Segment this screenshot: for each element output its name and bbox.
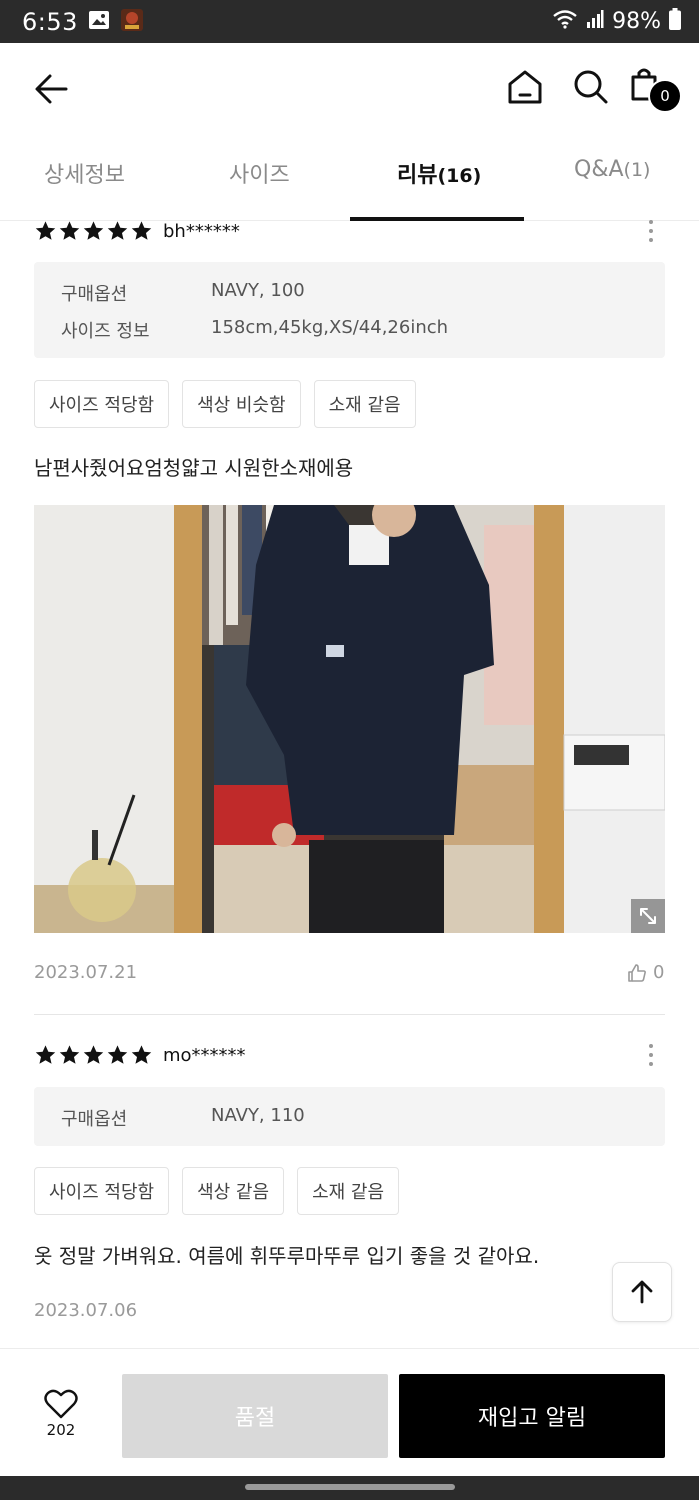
purchase-info-box: 구매옵션 NAVY, 110 — [34, 1087, 665, 1146]
star-icon — [59, 221, 80, 240]
star-icon — [131, 1045, 152, 1064]
star-icon — [83, 221, 104, 240]
reviewer-name: mo****** — [163, 1044, 246, 1066]
tab-detail-label: 상세정보 — [44, 163, 125, 188]
product-tabs: 상세정보 사이즈 리뷰(16) Q&A(1) — [0, 133, 699, 221]
gallery-icon — [88, 10, 110, 34]
review-text: 옷 정말 가벼워요. 여름에 휘뚜루마뚜루 입기 좋을 것 같아요. — [34, 1244, 540, 1268]
top-header: 0 — [0, 43, 699, 133]
size-info-label: 사이즈 정보 — [61, 321, 150, 342]
review-text: 남편사줬어요엄청얇고 시원한소재에용 — [34, 456, 354, 480]
star-icon — [83, 1045, 104, 1064]
review-tags: 사이즈 적당함 색상 비슷함 소재 같음 — [34, 380, 416, 428]
purchase-option-value: NAVY, 110 — [211, 1105, 305, 1126]
expand-icon[interactable] — [631, 899, 665, 933]
signal-icon — [586, 9, 604, 35]
status-bar: 6:53 98% — [0, 0, 699, 43]
more-options-icon[interactable] — [640, 216, 662, 246]
review-tag: 소재 같음 — [313, 380, 416, 428]
home-button[interactable] — [503, 65, 547, 109]
wishlist-button[interactable]: 202 — [30, 1389, 92, 1449]
battery-percent: 98% — [612, 9, 661, 34]
more-options-icon[interactable] — [640, 1040, 662, 1070]
tab-qna-label: Q&A — [574, 157, 624, 182]
review-divider — [34, 1014, 665, 1015]
tab-size[interactable]: 사이즈 — [229, 157, 290, 197]
purchase-option-label: 구매옵션 — [61, 284, 128, 305]
review-date: 2023.07.21 — [34, 962, 138, 983]
purchase-option-label: 구매옵션 — [61, 1109, 128, 1130]
review-tag: 소재 같음 — [297, 1167, 400, 1215]
arrow-left-icon — [35, 74, 68, 104]
back-button[interactable] — [30, 67, 74, 111]
search-icon — [574, 70, 608, 104]
soldout-button[interactable]: 품절 — [122, 1374, 388, 1458]
system-nav-bar — [0, 1476, 699, 1500]
home-gesture-bar[interactable] — [245, 1484, 455, 1490]
home-icon — [508, 70, 542, 104]
cart-button[interactable]: 0 — [628, 65, 684, 115]
arrow-up-icon — [631, 1280, 653, 1304]
wishlist-count: 202 — [46, 1421, 76, 1439]
tab-size-label: 사이즈 — [229, 163, 290, 188]
scroll-to-top-button[interactable] — [612, 1262, 672, 1322]
review-tag: 사이즈 적당함 — [34, 380, 170, 428]
heart-icon — [44, 1389, 78, 1419]
like-button[interactable]: 0 — [627, 962, 664, 983]
star-icon — [107, 221, 128, 240]
review-tags: 사이즈 적당함 색상 같음 소재 같음 — [34, 1167, 400, 1215]
size-info-value: 158cm,45kg,XS/44,26inch — [211, 317, 449, 338]
review-tag: 사이즈 적당함 — [34, 1167, 170, 1215]
tab-detail[interactable]: 상세정보 — [44, 157, 125, 197]
star-icon — [107, 1045, 128, 1064]
star-rating — [34, 220, 153, 242]
size-info-row: 사이즈 정보 158cm,45kg,XS/44,26inch — [61, 317, 448, 343]
review-header: bh****** — [34, 216, 240, 246]
thumbs-up-icon — [628, 963, 646, 982]
purchase-option-row: 구매옵션 NAVY, 100 — [61, 280, 305, 306]
like-count: 0 — [653, 962, 665, 983]
status-time: 6:53 — [22, 7, 78, 36]
review-tag: 색상 비슷함 — [182, 380, 301, 428]
cart-count-badge: 0 — [648, 79, 682, 113]
purchase-option-row: 구매옵션 NAVY, 110 — [61, 1105, 305, 1131]
star-icon — [59, 1045, 80, 1064]
app-notification-icon — [120, 8, 144, 36]
tab-review[interactable]: 리뷰(16) — [397, 157, 481, 197]
star-icon — [131, 221, 152, 240]
star-icon — [35, 221, 56, 240]
review-item: mo****** 구매옵션 NAVY, 110 사이즈 적당함 색상 같음 소재… — [0, 1040, 699, 1340]
review-header: mo****** — [34, 1040, 246, 1070]
star-icon — [35, 1045, 56, 1064]
review-photo-image — [34, 505, 665, 933]
purchase-option-value: NAVY, 100 — [211, 280, 305, 301]
tab-qna-count: (1) — [623, 159, 651, 181]
reviewer-name: bh****** — [163, 220, 240, 242]
review-photo[interactable] — [34, 505, 665, 933]
tab-qna[interactable]: Q&A(1) — [574, 157, 650, 197]
review-date: 2023.07.06 — [34, 1300, 138, 1321]
battery-icon — [669, 7, 681, 36]
tab-review-label: 리뷰 — [397, 163, 438, 188]
bottom-action-bar: 202 품절 재입고 알림 — [0, 1348, 699, 1476]
search-button[interactable] — [569, 65, 613, 109]
restock-alert-button[interactable]: 재입고 알림 — [399, 1374, 665, 1458]
tab-review-count: (16) — [437, 165, 482, 187]
purchase-info-box: 구매옵션 NAVY, 100 사이즈 정보 158cm,45kg,XS/44,2… — [34, 262, 665, 358]
star-rating — [34, 1044, 153, 1066]
review-tag: 색상 같음 — [182, 1167, 285, 1215]
wifi-icon — [552, 9, 578, 35]
